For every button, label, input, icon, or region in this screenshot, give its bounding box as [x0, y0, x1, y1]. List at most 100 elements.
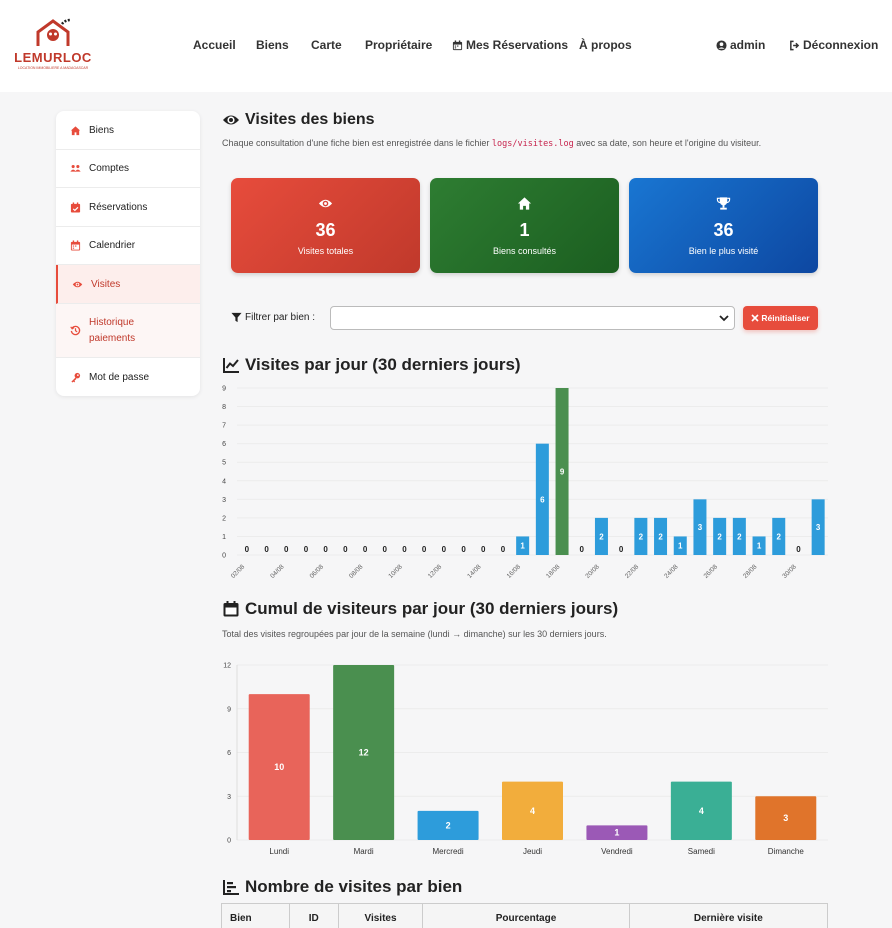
column-header-id[interactable]: ID [289, 904, 339, 928]
nav-accueil[interactable]: Accueil [193, 38, 236, 52]
x-tick-label: 10/08 [387, 563, 404, 580]
sidebar-item-reservations[interactable]: Réservations [56, 188, 200, 227]
log-file-path: logs/visites.log [491, 139, 574, 149]
nav-carte[interactable]: Carte [311, 38, 342, 52]
x-tick-label: 12/08 [427, 563, 444, 580]
x-tick-label: 08/08 [348, 563, 365, 580]
y-tick-label: 6 [222, 441, 226, 448]
sidebar-item-biens[interactable]: Biens [56, 111, 200, 150]
data-label: 12 [359, 748, 369, 758]
data-label: 2 [658, 532, 663, 541]
data-label: 4 [699, 806, 704, 816]
y-tick-label: 9 [222, 386, 226, 393]
filter-icon [231, 312, 242, 323]
stat-card-most-visited: 36 Bien le plus visité [629, 178, 818, 273]
data-label: 10 [274, 762, 284, 772]
stat-value: 1 [519, 220, 530, 240]
y-tick-label: 0 [222, 553, 226, 560]
data-label: 2 [777, 532, 782, 541]
x-tick-label: Mardi [354, 847, 374, 856]
data-label: 0 [619, 545, 624, 554]
eye-icon [72, 281, 83, 287]
column-header-visites[interactable]: Visites [338, 904, 424, 928]
weekday-visits-title: Cumul de visiteurs par jour (30 derniers… [222, 599, 618, 619]
users-icon [70, 164, 81, 172]
data-label: 0 [245, 545, 250, 554]
brand-logo[interactable]: LEMURLOC LOCATION IMMOBILIERE A MADAGASC… [10, 4, 96, 88]
x-tick-label: 28/08 [742, 563, 759, 580]
nav-mes-reservations-label: Mes Réservations [466, 38, 569, 52]
nav-proprietaire[interactable]: Propriétaire [365, 38, 432, 52]
sidebar-item-calendrier[interactable]: Calendrier [56, 227, 200, 265]
home-icon [517, 197, 532, 210]
data-label: 1 [614, 828, 619, 838]
column-header-derniere-visite[interactable]: Dernière visite [629, 904, 827, 928]
data-label: 6 [540, 495, 545, 504]
x-tick-label: 06/08 [309, 563, 326, 580]
filter-label: Filtrer par bien : [231, 312, 315, 323]
visits-per-property-title: Nombre de visites par bien [222, 877, 462, 897]
y-tick-label: 4 [222, 478, 226, 485]
page-desc-after: avec sa date, son heure et l'origine du … [573, 138, 762, 148]
nav-logout-label: Déconnexion [803, 38, 879, 52]
x-tick-label: 16/08 [506, 563, 523, 580]
nav-a-propos[interactable]: À propos [579, 38, 632, 52]
weekday-visits-description: Total des visites regroupées par jour de… [222, 629, 607, 639]
sidebar-item-visites[interactable]: Visites [56, 265, 200, 304]
data-label: 0 [442, 545, 447, 554]
stat-label: Visites totales [297, 246, 354, 256]
data-label: 3 [698, 523, 703, 532]
data-label: 3 [816, 523, 821, 532]
column-header-bien[interactable]: Bien [222, 904, 290, 928]
sidebar-item-historique-paiements[interactable]: Historique paiements [56, 304, 200, 358]
data-label: 2 [717, 532, 722, 541]
nav-user-admin[interactable]: admin [716, 38, 765, 52]
calendar-icon [223, 601, 239, 617]
x-tick-label: 24/08 [663, 563, 680, 580]
page-title: Visites des biens [222, 111, 375, 129]
home-icon [70, 125, 81, 135]
y-tick-label: 8 [222, 404, 226, 411]
data-label: 2 [737, 532, 742, 541]
sidebar-item-label: Mot de passe [89, 371, 150, 383]
property-filter-select[interactable] [330, 306, 735, 330]
data-label: 0 [304, 545, 309, 554]
stat-label: Bien le plus visité [688, 246, 759, 256]
nav-logout[interactable]: Déconnexion [789, 38, 878, 52]
y-tick-label: 7 [222, 423, 226, 430]
nav-mes-reservations[interactable]: Mes Réservations [452, 38, 568, 52]
column-header-pourcentage[interactable]: Pourcentage [423, 904, 630, 928]
admin-sidebar: Biens Comptes Réservations Calendrier Vi… [56, 111, 200, 396]
nav-biens[interactable]: Biens [256, 38, 289, 52]
y-tick-label: 12 [223, 663, 231, 670]
calendar-check-icon [70, 201, 81, 213]
weekday-visits-chart: 0 3 6 9 12 10 Lundi 12 Mardi 2 Mercredi 4 Jeudi 1 Vend… [223, 663, 828, 856]
stat-value: 36 [713, 220, 734, 240]
x-tick-label: Mercredi [433, 847, 464, 856]
data-label: 0 [461, 545, 466, 554]
history-icon [70, 325, 81, 336]
eye-icon [223, 115, 239, 125]
reset-filter-button[interactable]: Réinitialiser [743, 306, 818, 330]
sidebar-item-mot-de-passe[interactable]: Mot de passe [56, 358, 200, 396]
page-description: Chaque consultation d'une fiche bien est… [222, 138, 761, 149]
chevron-down-icon [719, 315, 729, 322]
daily-visits-title: Visites par jour (30 derniers jours) [222, 355, 521, 375]
x-tick-label: 04/08 [269, 563, 286, 580]
data-label: 4 [530, 806, 535, 816]
sidebar-item-label: Historique paiements [89, 316, 136, 344]
daily-visits-chart: 0 1 2 3 4 5 6 7 8 9 0 0 0 0 0 0 0 0 0 0 0 0 0 0 1 6 9 0 2 0 2 2 1 3 2 2 1 2 0 3… [222, 386, 828, 580]
y-tick-label: 0 [227, 838, 231, 845]
page-desc-before: Chaque consultation d'une fiche bien est… [222, 138, 492, 148]
x-tick-label: Lundi [269, 847, 289, 856]
eye-icon [318, 199, 333, 208]
sidebar-item-label: Visites [91, 278, 121, 290]
x-tick-label: 26/08 [703, 563, 720, 580]
x-tick-label: Jeudi [523, 847, 542, 856]
sidebar-item-label: Comptes [89, 163, 130, 174]
data-label: 0 [501, 545, 506, 554]
sidebar-item-comptes[interactable]: Comptes [56, 150, 200, 188]
data-label: 0 [383, 545, 388, 554]
data-label: 1 [678, 542, 683, 551]
visits-per-property-table: Bien ID Visites Pourcentage Dernière vis… [221, 903, 828, 928]
